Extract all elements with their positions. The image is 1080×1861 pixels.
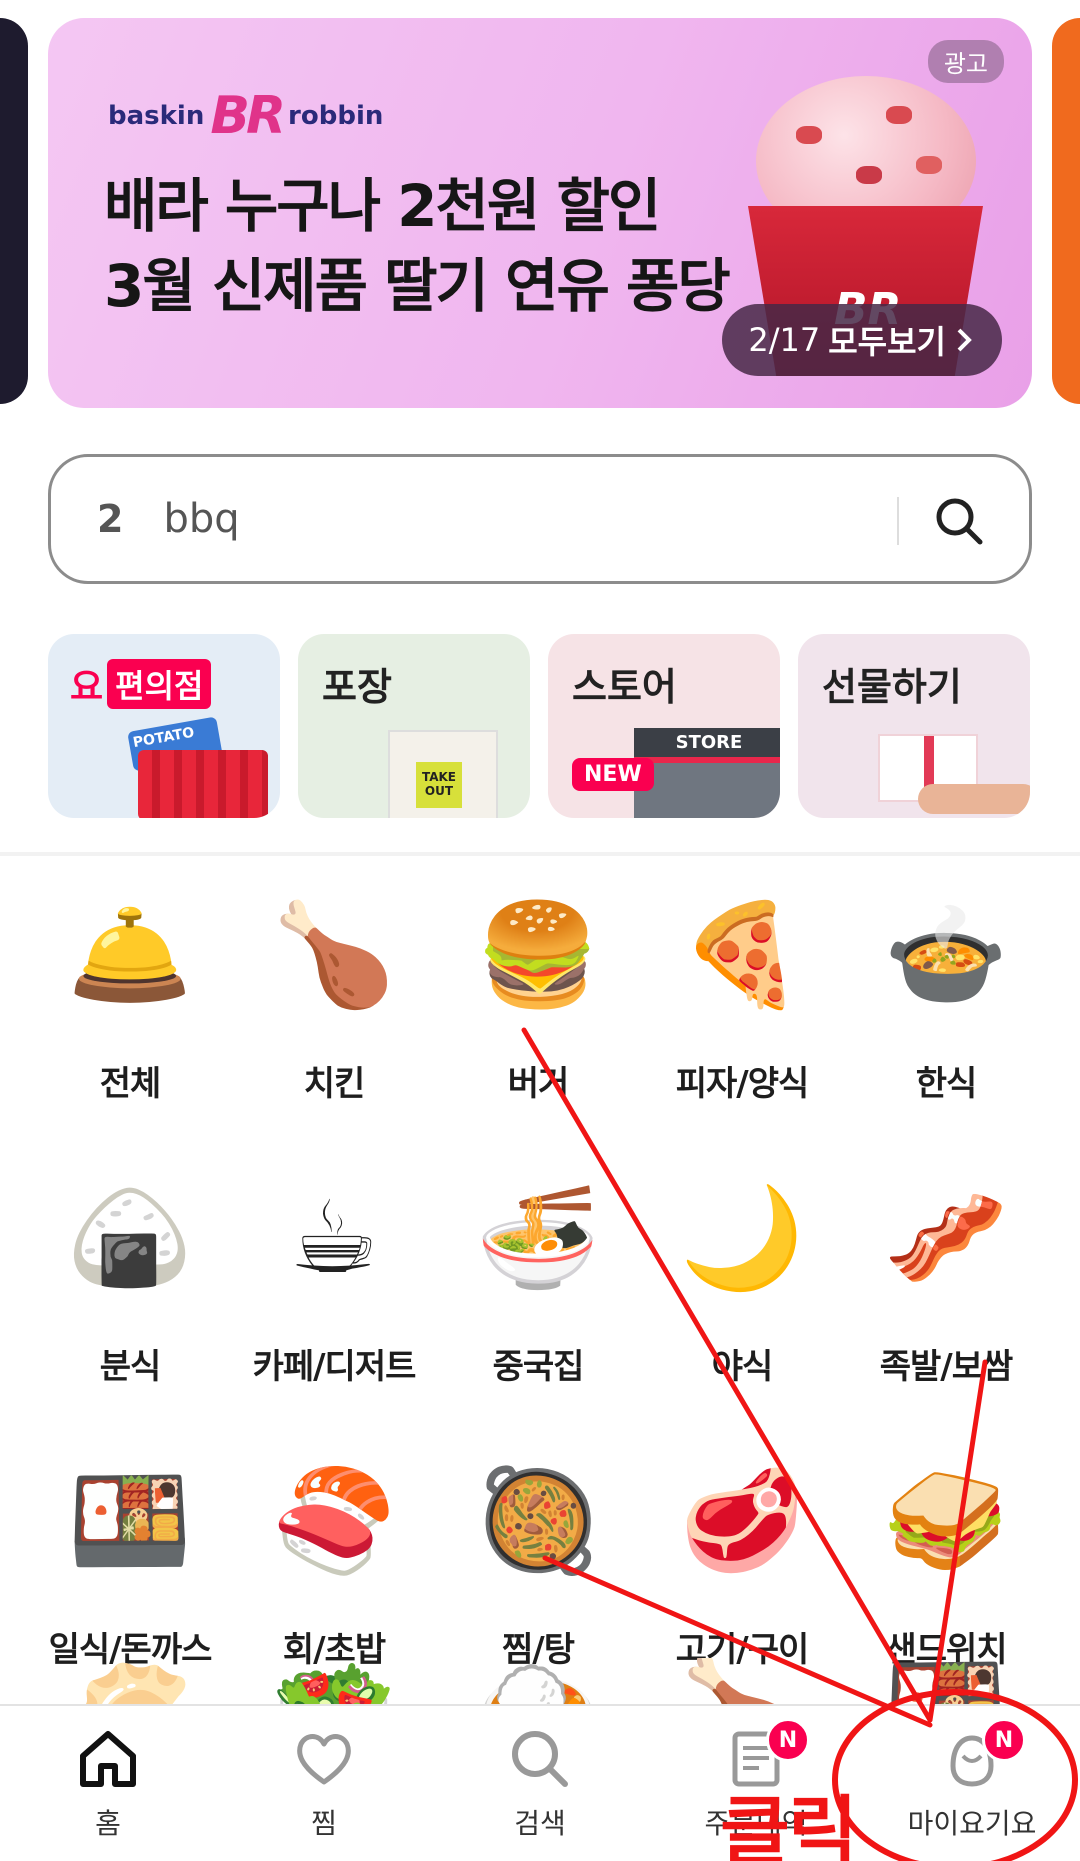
banner-headline-line2: 3월 신제품 딸기 연유 퐁당: [104, 252, 731, 320]
quick-card-convenience-store[interactable]: 요 편의점 POTATO: [48, 634, 280, 818]
category-image: 🍕: [679, 896, 805, 1013]
search-bar[interactable]: 2 bbq: [48, 454, 1032, 584]
category-label: 야식: [711, 1347, 774, 1387]
heart-icon: [297, 1733, 351, 1784]
category-image: 🍜: [475, 1179, 601, 1296]
category-label: 치킨: [303, 1064, 366, 1104]
category-image: 🍔: [475, 896, 601, 1013]
brand-logo: baskin BR robbin: [108, 86, 383, 146]
banner-headline: 배라 누구나 2천원 할인 3월 신제품 딸기 연유 퐁당: [104, 166, 731, 326]
trending-keyword: bbq: [163, 496, 240, 542]
category-label: 전체: [99, 1064, 162, 1104]
banner-view-all-button[interactable]: 2/17 모두보기: [722, 304, 1002, 376]
category-item[interactable]: 🛎️ 전체: [28, 880, 232, 1105]
hand-image: [918, 784, 1030, 814]
nav-favorites[interactable]: 찜: [216, 1706, 432, 1861]
trending-rank: 2: [97, 497, 124, 541]
quick-card-store[interactable]: 스토어 STORE NEW: [548, 634, 780, 818]
brand-logo-right: robbin: [288, 101, 384, 131]
new-badge: NEW: [572, 758, 654, 791]
category-grid: 🛎️ 전체 🍗 치킨 🍔 버거 🍕 피자/양식 🍲 한식 🍙 분식 ☕ 카페/디저트 🍜 중국집 🌙 야식 🥓 족발/…: [28, 880, 1048, 1671]
category-image: 🛎️: [67, 896, 193, 1013]
brand-logo-mark: BR: [210, 86, 286, 146]
nav-favorites-label: 찜: [311, 1806, 337, 1840]
bottom-navigation: 홈 찜 검색 주문내역 N 마이요기요 N: [0, 1704, 1080, 1861]
search-icon[interactable]: [933, 495, 985, 547]
category-image: 🍣: [271, 1462, 397, 1579]
previous-banner-peek[interactable]: [0, 18, 28, 404]
category-item[interactable]: 🌙 야식: [640, 1163, 844, 1388]
storefront-image: STORE: [634, 728, 780, 818]
category-item[interactable]: 🍕 피자/양식: [640, 880, 844, 1105]
takeout-label: 포장: [322, 665, 392, 709]
category-label: 족발/보쌈: [879, 1347, 1014, 1387]
category-item[interactable]: 🍔 버거: [436, 880, 640, 1105]
section-divider: [0, 852, 1080, 856]
banner-counter: 2/17: [748, 321, 821, 359]
chevron-right-icon: [957, 328, 972, 352]
home-icon: [80, 1730, 136, 1787]
category-image: 🍗: [271, 896, 397, 1013]
category-label: 버거: [507, 1064, 570, 1104]
brand-logo-left: baskin: [108, 101, 205, 131]
store-label: 스토어: [572, 665, 677, 709]
yogiyo-logo-mark: 요: [70, 667, 104, 708]
category-item[interactable]: 🥓 족발/보쌈: [844, 1163, 1048, 1388]
my-yogiyo-notification-badge: N: [982, 1718, 1026, 1762]
store-sign: STORE: [634, 728, 780, 763]
category-image: 🍱: [67, 1462, 193, 1579]
category-item[interactable]: ☕ 카페/디저트: [232, 1163, 436, 1388]
nav-my-yogiyo-label: 마이요기요: [907, 1806, 1037, 1840]
promo-banner[interactable]: 광고 baskin BR robbin 배라 누구나 2천원 할인 3월 신제품…: [48, 18, 1032, 408]
category-label: 피자/양식: [675, 1064, 810, 1104]
category-image: 🥪: [883, 1462, 1009, 1579]
quick-service-cards: 요 편의점 POTATO 포장 TAKE OUT 스토어 STORE NEW 선…: [48, 634, 1030, 818]
orders-notification-badge: N: [766, 1718, 810, 1762]
nav-search[interactable]: 검색: [432, 1706, 648, 1861]
category-label: 분식: [99, 1347, 162, 1387]
category-item[interactable]: 🥘 찜/탕: [436, 1446, 640, 1671]
next-banner-peek[interactable]: [1052, 18, 1080, 404]
category-image: 🥓: [883, 1179, 1009, 1296]
nav-home[interactable]: 홈: [0, 1706, 216, 1861]
convenience-store-title: 요 편의점: [70, 658, 212, 710]
search-icon: [512, 1730, 568, 1787]
category-image: ☕: [289, 1179, 379, 1296]
click-annotation-label: 클릭: [720, 1787, 858, 1861]
category-item[interactable]: 🍣 회/초밥: [232, 1446, 436, 1671]
gift-label: 선물하기: [822, 665, 962, 709]
nav-search-label: 검색: [514, 1806, 566, 1840]
category-item[interactable]: 🍜 중국집: [436, 1163, 640, 1388]
category-label: 중국집: [492, 1347, 585, 1387]
category-item[interactable]: 🥪 샌드위치: [844, 1446, 1048, 1671]
category-item[interactable]: 🥩 고기/구이: [640, 1446, 844, 1671]
takeout-tag: TAKE OUT: [416, 762, 462, 808]
search-divider: [897, 497, 899, 545]
category-image: 🍙: [67, 1179, 193, 1296]
category-item[interactable]: 🍲 한식: [844, 880, 1048, 1105]
category-item[interactable]: 🍙 분식: [28, 1163, 232, 1388]
quick-card-gift[interactable]: 선물하기: [798, 634, 1030, 818]
category-label: 한식: [915, 1064, 978, 1104]
category-item[interactable]: 🍱 일식/돈까스: [28, 1446, 232, 1671]
nav-my-yogiyo[interactable]: 마이요기요 N: [864, 1706, 1080, 1861]
quick-card-takeout[interactable]: 포장 TAKE OUT: [298, 634, 530, 818]
category-image: 🍲: [883, 896, 1009, 1013]
category-image: 🥩: [679, 1462, 805, 1579]
convenience-store-label: 편의점: [107, 659, 212, 709]
category-image: 🥘: [475, 1462, 601, 1579]
banner-view-all-label: 모두보기: [828, 323, 946, 361]
category-item[interactable]: 🍗 치킨: [232, 880, 436, 1105]
nav-home-label: 홈: [95, 1806, 121, 1840]
category-image: 🌙: [679, 1179, 805, 1296]
shopping-basket-image: [138, 750, 268, 818]
category-label: 카페/디저트: [252, 1347, 417, 1387]
banner-headline-line1: 배라 누구나 2천원 할인: [104, 172, 661, 240]
